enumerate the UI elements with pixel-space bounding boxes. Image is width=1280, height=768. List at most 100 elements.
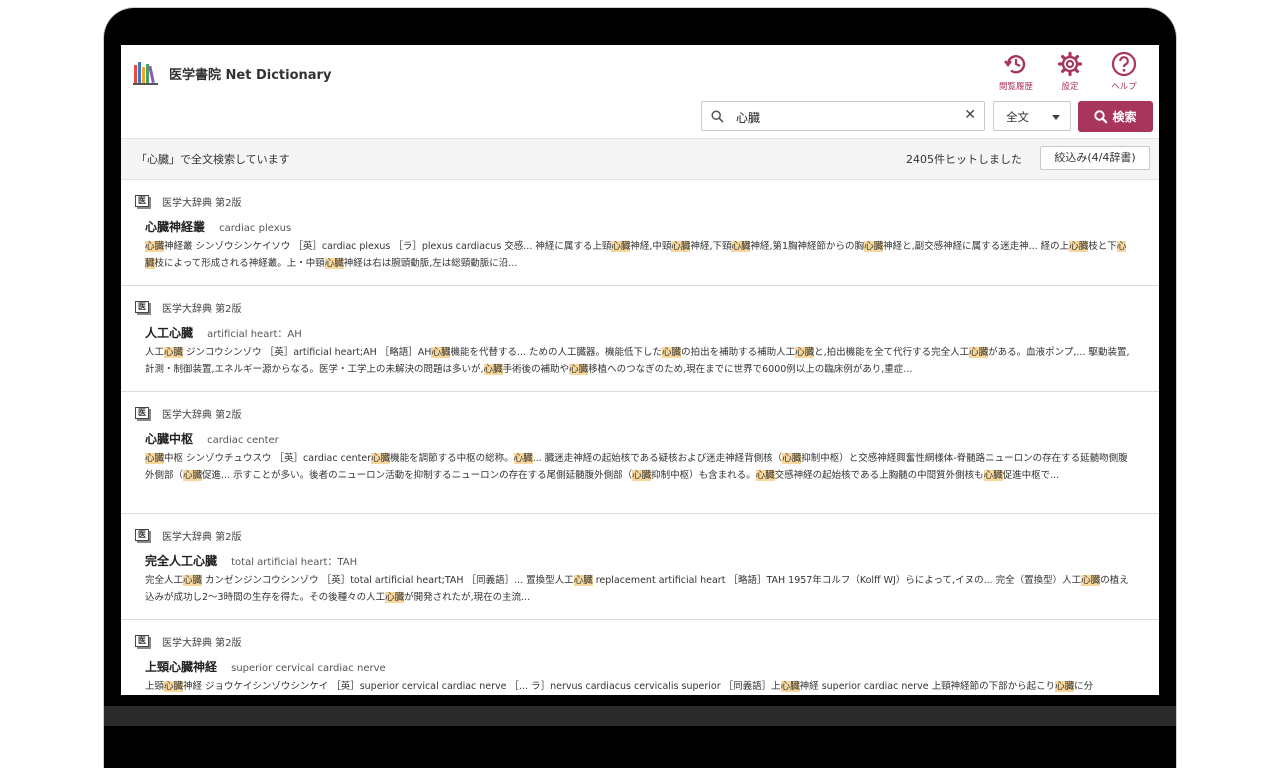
- result-item[interactable]: 医 医学大辞典 第2版 上頸心臓神経 superior cervical car…: [121, 620, 1159, 695]
- highlighted-term: 心臓: [731, 241, 751, 252]
- highlighted-term: 心臓: [431, 347, 451, 358]
- settings-button[interactable]: 設定: [1043, 51, 1097, 92]
- app-title: 医学書院 Net Dictionary: [169, 67, 332, 83]
- search-icon: [1094, 109, 1109, 124]
- result-term[interactable]: 心臓神経叢: [145, 220, 205, 234]
- result-item[interactable]: 医 医学大辞典 第2版 人工心臓 artificial heart：AH 人工心…: [121, 286, 1159, 392]
- search-icon: [711, 110, 724, 123]
- result-term[interactable]: 上頸心臓神経: [145, 660, 217, 674]
- search-mode-select[interactable]: 全文: [993, 101, 1071, 131]
- highlighted-term: 心臓: [795, 347, 815, 358]
- highlighted-term: 心臓: [573, 575, 593, 586]
- clear-search-icon[interactable]: ✕: [964, 107, 976, 123]
- result-source: 医 医学大辞典 第2版: [135, 300, 1131, 315]
- dictionary-badge-icon: 医: [135, 301, 149, 313]
- result-term[interactable]: 心臓中枢: [145, 432, 193, 446]
- dictionary-badge-icon: 医: [135, 529, 149, 541]
- highlighted-term: 心臓: [611, 241, 631, 252]
- result-english: total artificial heart：TAH: [231, 557, 358, 568]
- result-english: superior cervical cardiac nerve: [231, 663, 386, 674]
- highlighted-term: 心臓: [864, 241, 884, 252]
- search-mode-value: 全文: [1006, 110, 1029, 124]
- highlighted-term: 心臓: [671, 241, 691, 252]
- result-title-row: 心臓中枢 cardiac center: [145, 428, 1131, 446]
- books-logo-icon: [133, 62, 158, 85]
- result-item[interactable]: 医 医学大辞典 第2版 心臓中枢 cardiac center 心臓中枢 シンゾ…: [121, 392, 1159, 514]
- highlighted-term: 心臓: [1069, 241, 1089, 252]
- highlighted-term: 心臓: [983, 470, 1003, 481]
- highlighted-term: 心臓: [183, 575, 203, 586]
- laptop-base: [104, 706, 1176, 726]
- chevron-down-icon: [1052, 115, 1060, 120]
- search-box: ✕: [701, 101, 985, 131]
- result-source: 医 医学大辞典 第2版: [135, 194, 1131, 209]
- hit-count: 2405件ヒットしました: [906, 153, 1022, 166]
- result-source: 医 医学大辞典 第2版: [135, 634, 1131, 649]
- highlighted-term: 心臓: [969, 347, 989, 358]
- source-name: 医学大辞典 第2版: [162, 303, 242, 315]
- app-header: 医学書院 Net Dictionary 閲覧履歴 設定 ヘルプ 心臓 ✕ 全文 …: [121, 45, 1159, 138]
- result-english: artificial heart：AH: [207, 329, 302, 340]
- highlighted-term: 心臓: [662, 347, 682, 358]
- results-list: 医 医学大辞典 第2版 心臓神経叢 cardiac plexus 心臓神経叢 シ…: [121, 180, 1159, 695]
- search-button[interactable]: 検索: [1078, 101, 1153, 132]
- app-screen: 医学書院 Net Dictionary 閲覧履歴 設定 ヘルプ 心臓 ✕ 全文 …: [121, 45, 1159, 695]
- source-name: 医学大辞典 第2版: [162, 409, 242, 421]
- result-title-row: 人工心臓 artificial heart：AH: [145, 322, 1131, 340]
- highlighted-term: 心臓: [164, 347, 184, 358]
- result-snippet: 上頸心臓神経 ジョウケイシンゾウシンケイ ［英］superior cervica…: [145, 681, 1094, 692]
- highlighted-term: 心臓: [569, 364, 589, 375]
- dictionary-badge-icon: 医: [135, 407, 149, 419]
- help-button[interactable]: ヘルプ: [1097, 51, 1151, 92]
- highlighted-term: 心臓: [145, 241, 1127, 269]
- history-icon: [1004, 55, 1026, 74]
- highlighted-term: 心臓: [513, 453, 533, 464]
- highlighted-term: 心臓: [371, 453, 391, 464]
- filter-button[interactable]: 絞込み(4/4辞書): [1040, 146, 1150, 170]
- highlighted-term: 心臓: [385, 592, 405, 603]
- help-label: ヘルプ: [1111, 82, 1137, 92]
- source-name: 医学大辞典 第2版: [162, 531, 242, 543]
- highlighted-term: 心臓: [782, 453, 802, 464]
- result-source: 医 医学大辞典 第2版: [135, 406, 1131, 421]
- dictionary-badge-icon: 医: [135, 195, 149, 207]
- search-status-message: 「心臓」で全文検索しています: [136, 153, 290, 166]
- dictionary-badge-icon: 医: [135, 635, 149, 647]
- highlighted-term: 心臓: [164, 681, 184, 692]
- history-button[interactable]: 閲覧履歴: [989, 51, 1043, 92]
- header-icons: 閲覧履歴 設定 ヘルプ: [989, 51, 1151, 92]
- source-name: 医学大辞典 第2版: [162, 637, 242, 649]
- highlighted-term: 心臓: [780, 681, 800, 692]
- result-title-row: 心臓神経叢 cardiac plexus: [145, 216, 1131, 234]
- highlighted-term: 心臓: [755, 470, 775, 481]
- highlighted-term: 心臓: [1055, 681, 1075, 692]
- highlighted-term: 心臓: [632, 470, 652, 481]
- search-input[interactable]: [734, 106, 958, 128]
- highlighted-term: 心臓: [324, 258, 344, 269]
- result-title-row: 完全人工心臓 total artificial heart：TAH: [145, 550, 1131, 568]
- result-english: cardiac center: [207, 435, 279, 446]
- result-term[interactable]: 完全人工心臓: [145, 554, 217, 568]
- result-item[interactable]: 医 医学大辞典 第2版 完全人工心臓 total artificial hear…: [121, 514, 1159, 620]
- result-term[interactable]: 人工心臓: [145, 326, 193, 340]
- settings-label: 設定: [1061, 82, 1079, 92]
- result-item[interactable]: 医 医学大辞典 第2版 心臓神経叢 cardiac plexus 心臓神経叢 シ…: [121, 180, 1159, 286]
- result-english: cardiac plexus: [219, 223, 292, 234]
- result-title-row: 上頸心臓神経 superior cervical cardiac nerve: [145, 656, 1131, 674]
- highlighted-term: 心臓: [145, 453, 165, 464]
- history-label: 閲覧履歴: [998, 82, 1033, 92]
- result-snippet: 心臓中枢 シンゾウチュウスウ ［英］cardiac center心臓機能を調節す…: [145, 453, 1128, 481]
- source-name: 医学大辞典 第2版: [162, 197, 242, 209]
- search-button-label: 検索: [1112, 110, 1137, 124]
- app-logo[interactable]: 医学書院 Net Dictionary: [133, 60, 331, 86]
- highlighted-term: 心臓: [1081, 575, 1101, 586]
- gear-icon: [1057, 51, 1083, 77]
- result-snippet: 人工心臓 ジンコウシンゾウ ［英］artificial heart;AH ［略語…: [145, 347, 1130, 375]
- result-snippet: 心臓神経叢 シンゾウシンケイソウ ［英］cardiac plexus ［ラ］pl…: [145, 241, 1127, 269]
- highlighted-term: 心臓: [183, 470, 203, 481]
- status-bar: 「心臓」で全文検索しています 2405件ヒットしました 絞込み(4/4辞書): [121, 138, 1159, 180]
- highlighted-term: 心臓: [145, 241, 165, 252]
- help-icon: [1111, 51, 1137, 77]
- result-source: 医 医学大辞典 第2版: [135, 528, 1131, 543]
- highlighted-term: 心臓: [483, 364, 503, 375]
